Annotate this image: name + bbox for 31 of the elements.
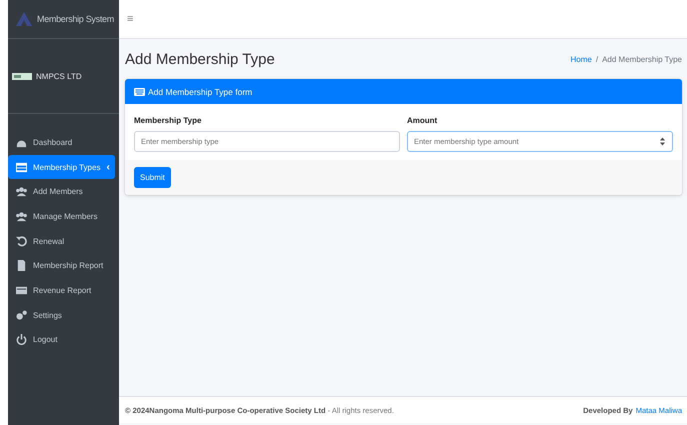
card-title: Add Membership Type form (148, 86, 252, 96)
submit-button[interactable]: Submit (134, 167, 171, 188)
user-image-icon (12, 72, 32, 80)
users-icon (16, 186, 27, 198)
nav-item[interactable]: Manage Members (8, 204, 115, 229)
breadcrumb-link[interactable]: Home (570, 54, 592, 64)
nav-item[interactable]: Add Members (8, 179, 115, 204)
nav-item[interactable]: Membership Types ‹ (8, 154, 115, 180)
menu-button[interactable]: ≡ (119, 13, 142, 25)
file-icon (16, 260, 27, 272)
nav-item[interactable]: Renewal (8, 228, 115, 254)
user-name: NMPCS LTD (36, 72, 82, 80)
undo-icon (16, 236, 27, 247)
keyboard-icon (134, 88, 145, 96)
breadcrumb-current: Add Membership Type (602, 54, 682, 64)
power-icon (16, 334, 27, 346)
nav-item[interactable]: Dashboard (8, 130, 115, 155)
brand-title: Membership System (37, 14, 114, 24)
page-title: Add Membership Type (125, 50, 275, 68)
field-label: Amount (407, 116, 438, 125)
breadcrumb-separator: / (596, 54, 598, 64)
field-label: Membership Type (134, 116, 202, 125)
card-icon (16, 284, 27, 296)
nav-item[interactable]: Logout (8, 328, 115, 352)
nav-item[interactable]: Membership Report (8, 253, 115, 278)
table-icon (16, 162, 27, 173)
logo-icon (16, 12, 32, 26)
nav-item[interactable]: Settings (8, 302, 115, 328)
users-icon (16, 210, 27, 222)
nav-item[interactable]: Revenue Report (8, 278, 115, 303)
spinner-icon (660, 137, 665, 146)
